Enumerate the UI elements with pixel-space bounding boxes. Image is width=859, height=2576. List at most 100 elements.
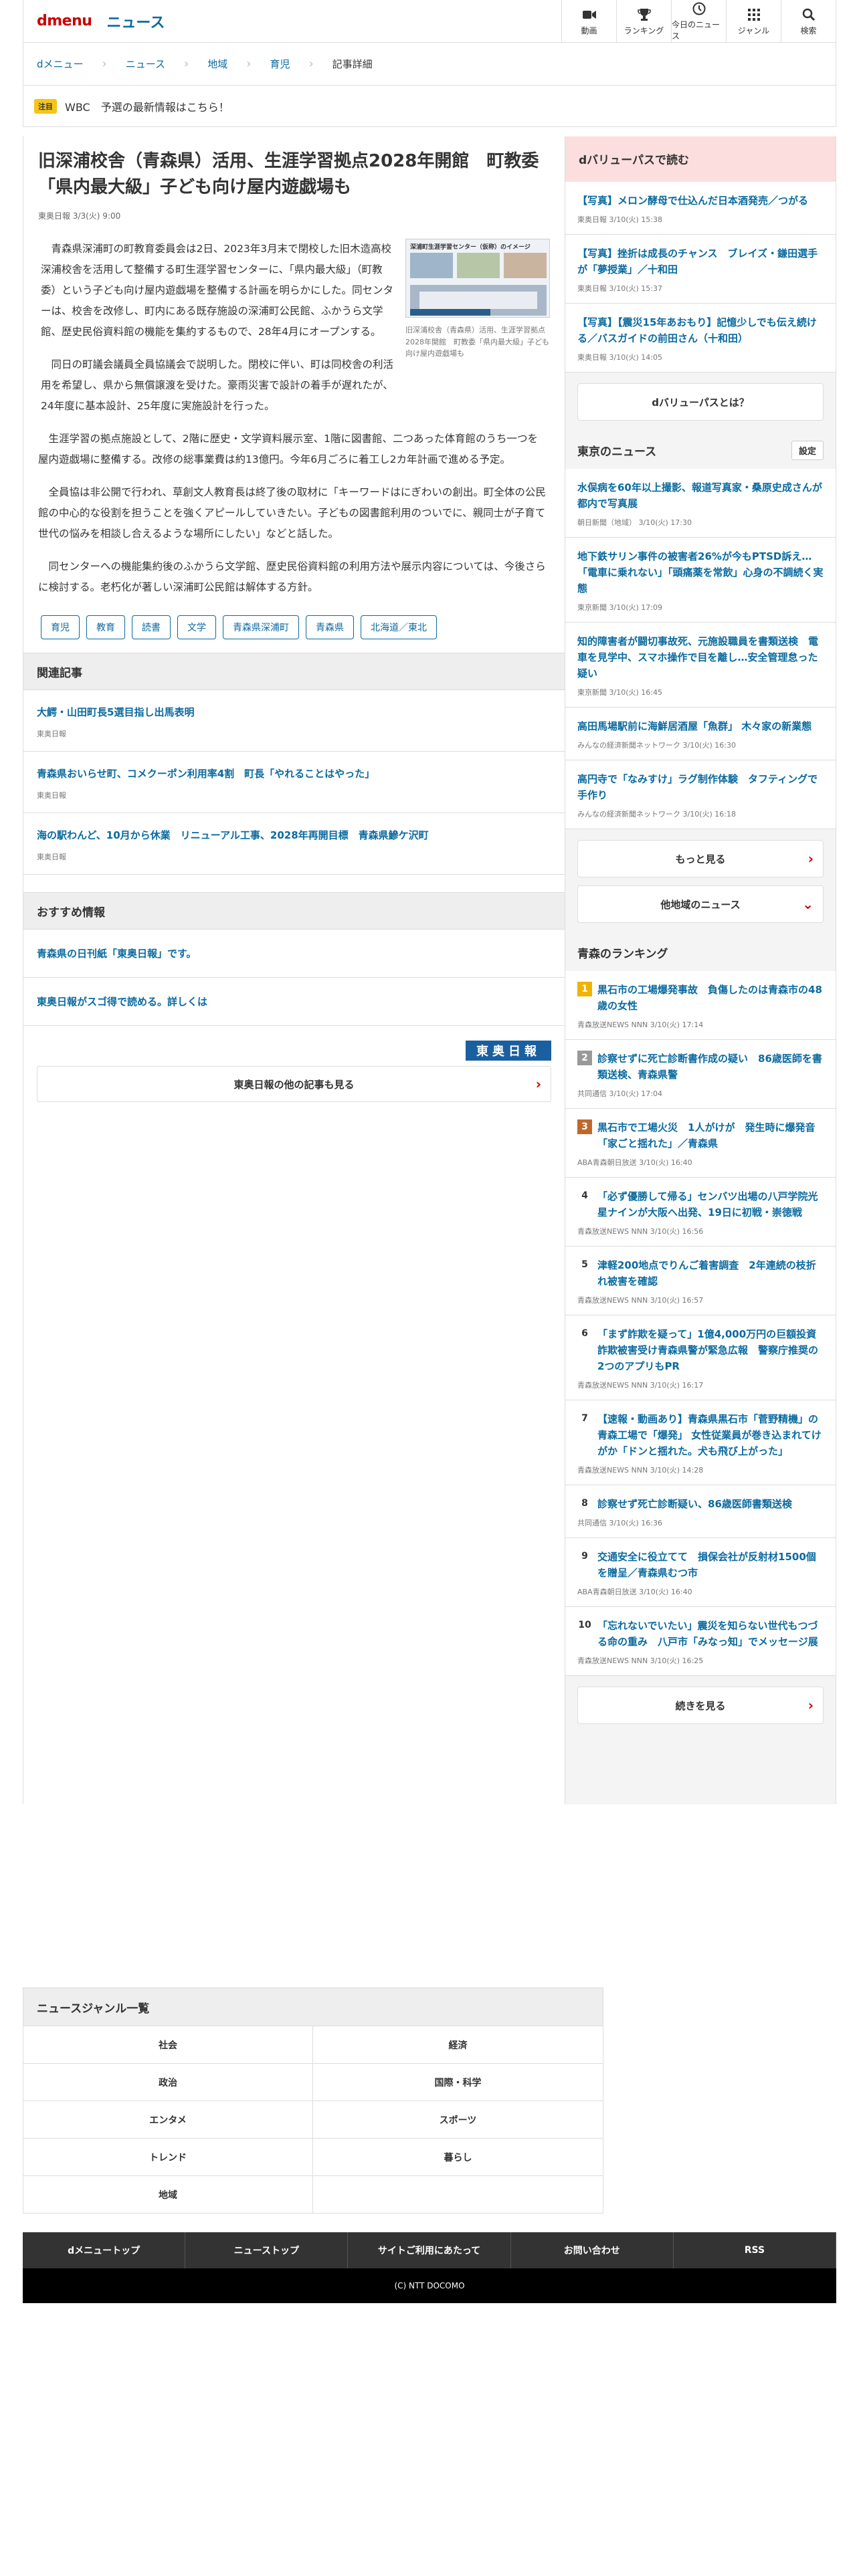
ranking-item[interactable]: 10 「忘れないでいたい」震災を知らない世代もつづる命の重み 八戸市「みなっ知」で… <box>565 1607 836 1676</box>
tag-education[interactable]: 教育 <box>86 615 125 639</box>
genre-economy[interactable]: 経済 <box>313 2026 603 2063</box>
ranking-title-link[interactable]: 「必ず優勝して帰る」センバツ出場の八戸学院光星ナインが大阪へ出発、19日に初戦・… <box>597 1188 824 1220</box>
publisher-more-button[interactable]: 東奥日報の他の記事も見る › <box>37 1066 551 1102</box>
ranking-item[interactable]: 1 黒石市の工場爆発事故 負傷したのは青森市の48歳の女性 青森放送NEWS NNN… <box>565 971 836 1040</box>
ranking-title-link[interactable]: 交通安全に役立てて 損保会社が反射材1500個を贈呈／青森県むつ市 <box>597 1549 824 1581</box>
tag-childcare[interactable]: 育児 <box>41 615 80 639</box>
ranking-item[interactable]: 2 診察せずに死亡診断書作成の疑い 86歳医師を書類送検、青森県警 共同通信 3/1… <box>565 1040 836 1109</box>
nav-today[interactable]: 今日のニュース <box>671 0 726 43</box>
ranking-title-link[interactable]: 黒石市で工場火災 1人がけが 発生時に爆発音「家ごと揺れた」／青森県 <box>597 1119 824 1152</box>
dvalue-item[interactable]: 【写真】メロン酵母で仕込んだ日本酒発売／つがる 東奥日報 3/10(火) 15:… <box>565 182 836 235</box>
genre-sports[interactable]: スポーツ <box>313 2101 603 2138</box>
nav-ranking[interactable]: ランキング <box>616 0 671 43</box>
genre-politics[interactable]: 政治 <box>23 2063 313 2101</box>
tokyo-news-title-link[interactable]: 水俣病を60年以上撮影、報道写真家・桑原史成さんが都内で写真展 <box>577 479 824 512</box>
breadcrumb-childcare[interactable]: 育児 <box>270 57 290 71</box>
tag-literature[interactable]: 文学 <box>177 615 216 639</box>
tokyo-news-item[interactable]: 知的障害者が闘切事故死、元施設職員を書類送検 電車を見学中、スマホ操作で目を離し… <box>565 623 836 708</box>
ranking-item[interactable]: 4 「必ず優勝して帰る」センバツ出場の八戸学院光星ナインが大阪へ出発、19日に初戦… <box>565 1178 836 1247</box>
tokyo-news-title-link[interactable]: 高円寺で「なみすけ」ラグ制作体験 タフティングで手作り <box>577 771 824 803</box>
ranking-title-link[interactable]: 津軽200地点でりんご着害調査 2年連続の枝折れ被害を確認 <box>597 1257 824 1289</box>
nav-video[interactable]: 動画 <box>561 0 616 43</box>
ranking-title-link[interactable]: 黒石市の工場爆発事故 負傷したのは青森市の48歳の女性 <box>597 982 824 1014</box>
genre-international-science[interactable]: 国際・科学 <box>313 2063 603 2101</box>
notice-text[interactable]: WBC 予選の最新情報はこちら！ <box>65 98 229 114</box>
dvalue-item[interactable]: 【写真】【震災15年あおもり】記憶少しでも伝え続ける／バスガイドの前田さん（十和… <box>565 304 836 372</box>
article-photo[interactable]: 深浦町生涯学習センター（仮称）のイメージ <box>405 239 550 318</box>
tag-aomori[interactable]: 青森県 <box>306 615 354 639</box>
chevron-right-icon: › <box>535 1076 541 1092</box>
ranking-more-button[interactable]: 続きを見る › <box>577 1687 824 1724</box>
tokyo-news-item[interactable]: 高田馬場駅前に海鮮居酒屋「魚群」 木々家の新業態 みんなの経済新聞ネットワーク … <box>565 708 836 760</box>
tag-reading[interactable]: 読書 <box>132 615 171 639</box>
ranking-title-link[interactable]: 「まず詐欺を疑って」1億4,000万円の巨額投資詐欺被害受け青森県警が緊急広報 … <box>597 1326 824 1374</box>
tokyo-news-title-link[interactable]: 知的障害者が闘切事故死、元施設職員を書類送検 電車を見学中、スマホ操作で目を離し… <box>577 633 824 681</box>
recommend-heading: おすすめ情報 <box>23 892 565 930</box>
dvalue-about-button[interactable]: dバリューパスとは？ <box>577 383 824 421</box>
ranking-title-link[interactable]: 診察せずに死亡診断書作成の疑い 86歳医師を書類送検、青森県警 <box>597 1051 824 1083</box>
dmenu-logo[interactable]: dmenu <box>37 13 92 29</box>
dvalue-title[interactable]: 【写真】メロン酵母で仕込んだ日本酒発売／つがる <box>577 193 824 209</box>
ranking-item[interactable]: 6 「まず詐欺を疑って」1億4,000万円の巨額投資詐欺被害受け青森県警が緊急広報… <box>565 1315 836 1400</box>
settings-button[interactable]: 設定 <box>791 440 824 460</box>
related-item[interactable]: 大鰐・山田町長5選目指し出馬表明 東奥日報 <box>23 690 565 752</box>
tag-fukaura[interactable]: 青森県深浦町 <box>223 615 299 639</box>
other-region-button[interactable]: 他地域のニュース ⌄ <box>577 885 824 923</box>
genre-entertainment[interactable]: エンタメ <box>23 2101 313 2138</box>
genre-region[interactable]: 地域 <box>23 2175 313 2213</box>
breadcrumb-news[interactable]: ニュース <box>126 57 165 71</box>
tokyo-news-source: 朝日新聞（地域） 3/10(火) 17:30 <box>577 518 692 527</box>
page: dmenu ニュース 動画 ランキング 今日のニュース ジャンル 検索 dメニュ… <box>23 0 836 1804</box>
tokyo-news-source: みんなの経済新聞ネットワーク 3/10(火) 16:18 <box>577 810 736 819</box>
genre-society[interactable]: 社会 <box>23 2026 313 2063</box>
trophy-icon <box>637 7 652 22</box>
article-paragraph: 青森県深浦町の町教育委員会は2日、2023年3月末で閉校した旧木造高校深浦校舎を… <box>41 243 394 338</box>
dvalue-title[interactable]: 【写真】【震災15年あおもり】記憶少しでも伝え続ける／バスガイドの前田さん（十和… <box>577 314 824 346</box>
related-title[interactable]: 青森県おいらせ町、コメクーポン利用率4割 町長「やれることはやった」 <box>37 766 551 780</box>
tokyo-news-item[interactable]: 水俣病を60年以上撮影、報道写真家・桑原史成さんが都内で写真展 朝日新聞（地域）… <box>565 469 836 538</box>
tag-hokkaido-tohoku[interactable]: 北海道／東北 <box>361 615 437 639</box>
nav-search[interactable]: 検索 <box>781 0 836 43</box>
footer-terms[interactable]: サイトご利用にあたって <box>348 2232 511 2268</box>
tokyo-news-title-link[interactable]: 高田馬場駅前に海鮮居酒屋「魚群」 木々家の新業態 <box>577 718 824 734</box>
dvalue-item[interactable]: 【写真】挫折は成長のチャンス ブレイズ・鎌田選手が「夢授業」／十和田 東奥日報 … <box>565 235 836 304</box>
tag-list: 育児 教育 読書 文学 青森県深浦町 青森県 北海道／東北 <box>38 615 550 639</box>
nav-genre[interactable]: ジャンル <box>726 0 781 43</box>
article-figure[interactable]: 深浦町生涯学習センター（仮称）のイメージ 旧深浦校舎（青森県）活用、生涯学習拠点… <box>405 239 550 429</box>
tokyo-more-button[interactable]: もっと見る › <box>577 840 824 877</box>
footer-contact[interactable]: お問い合わせ <box>511 2232 674 2268</box>
tokyo-news-item[interactable]: 地下鉄サリン事件の被害者26%が今もPTSD訴え…「電車に乗れない」「頭痛薬を常… <box>565 538 836 623</box>
breadcrumb-region[interactable]: 地域 <box>207 57 227 71</box>
ranking-title-link[interactable]: 診察せず死亡診断疑い、86歳医師書類送検 <box>597 1496 792 1512</box>
related-item[interactable]: 青森県おいらせ町、コメクーポン利用率4割 町長「やれることはやった」 東奥日報 <box>23 752 565 813</box>
rank-number: 7 <box>581 1413 588 1424</box>
related-title[interactable]: 大鰐・山田町長5選目指し出馬表明 <box>37 705 551 719</box>
ranking-item[interactable]: 9 交通安全に役立てて 損保会社が反射材1500個を贈呈／青森県むつ市 ABA青森朝… <box>565 1538 836 1607</box>
footer-dmenu-top[interactable]: dメニュートップ <box>23 2232 186 2268</box>
news-section-title[interactable]: ニュース <box>106 11 165 32</box>
ranking-item[interactable]: 3 黒石市で工場火災 1人がけが 発生時に爆発音「家ごと揺れた」／青森県 ABA青森… <box>565 1109 836 1178</box>
recommend-item[interactable]: 東奥日報がスゴ得で読める。詳しくは <box>23 978 565 1026</box>
breadcrumb-dmenu[interactable]: dメニュー <box>37 57 84 71</box>
ranking-source: 共同通信 3/10(火) 17:04 <box>577 1089 662 1098</box>
genre-life[interactable]: 暮らし <box>313 2138 603 2175</box>
ranking-item[interactable]: 8 診察せず死亡診断疑い、86歳医師書類送検 共同通信 3/10(火) 16:36 <box>565 1485 836 1538</box>
ranking-title-link[interactable]: 【速報・動画あり】青森県黒石市「菅野精機」の青森工場で「爆発」 女性従業員が巻き… <box>597 1411 824 1459</box>
related-item[interactable]: 海の駅わんど、10月から休業 リニューアル工事、2028年再開目標 青森県鰺ケ沢… <box>23 813 565 875</box>
tokyo-news-title-link[interactable]: 地下鉄サリン事件の被害者26%が今もPTSD訴え…「電車に乗れない」「頭痛薬を常… <box>577 548 824 597</box>
ranking-title-link[interactable]: 「忘れないでいたい」震災を知らない世代もつづる命の重み 八戸市「みなっ知」でメッ… <box>597 1618 824 1650</box>
article-text-column: 青森県深浦町の町教育委員会は2日、2023年3月末で閉校した旧木造高校深浦校舎を… <box>38 239 393 429</box>
notice-bar[interactable]: 注目 WBC 予選の最新情報はこちら！ <box>23 86 836 127</box>
recommend-item[interactable]: 青森県の日刊紙「東奥日報」です。 <box>23 930 565 978</box>
rank-number: 5 <box>581 1259 588 1270</box>
related-title[interactable]: 海の駅わんど、10月から休業 リニューアル工事、2028年再開目標 青森県鰺ケ沢… <box>37 828 551 842</box>
ranking-item[interactable]: 7 【速報・動画あり】青森県黒石市「菅野精機」の青森工場で「爆発」 女性従業員が巻… <box>565 1400 836 1485</box>
ranking-item[interactable]: 5 津軽200地点でりんご着害調査 2年連続の枝折れ被害を確認 青森放送NEWS N… <box>565 1247 836 1315</box>
nav-label: ランキング <box>624 25 664 35</box>
dvalue-title[interactable]: 【写真】挫折は成長のチャンス ブレイズ・鎌田選手が「夢授業」／十和田 <box>577 245 824 278</box>
publisher-logo[interactable]: 東奥日報 <box>466 1041 551 1061</box>
tokyo-news-item[interactable]: 高円寺で「なみすけ」ラグ制作体験 タフティングで手作り みんなの経済新聞ネットワ… <box>565 760 836 829</box>
genre-trend[interactable]: トレンド <box>23 2138 313 2175</box>
footer-news-top[interactable]: ニューストップ <box>185 2232 349 2268</box>
footer-rss[interactable]: RSS <box>674 2232 837 2268</box>
